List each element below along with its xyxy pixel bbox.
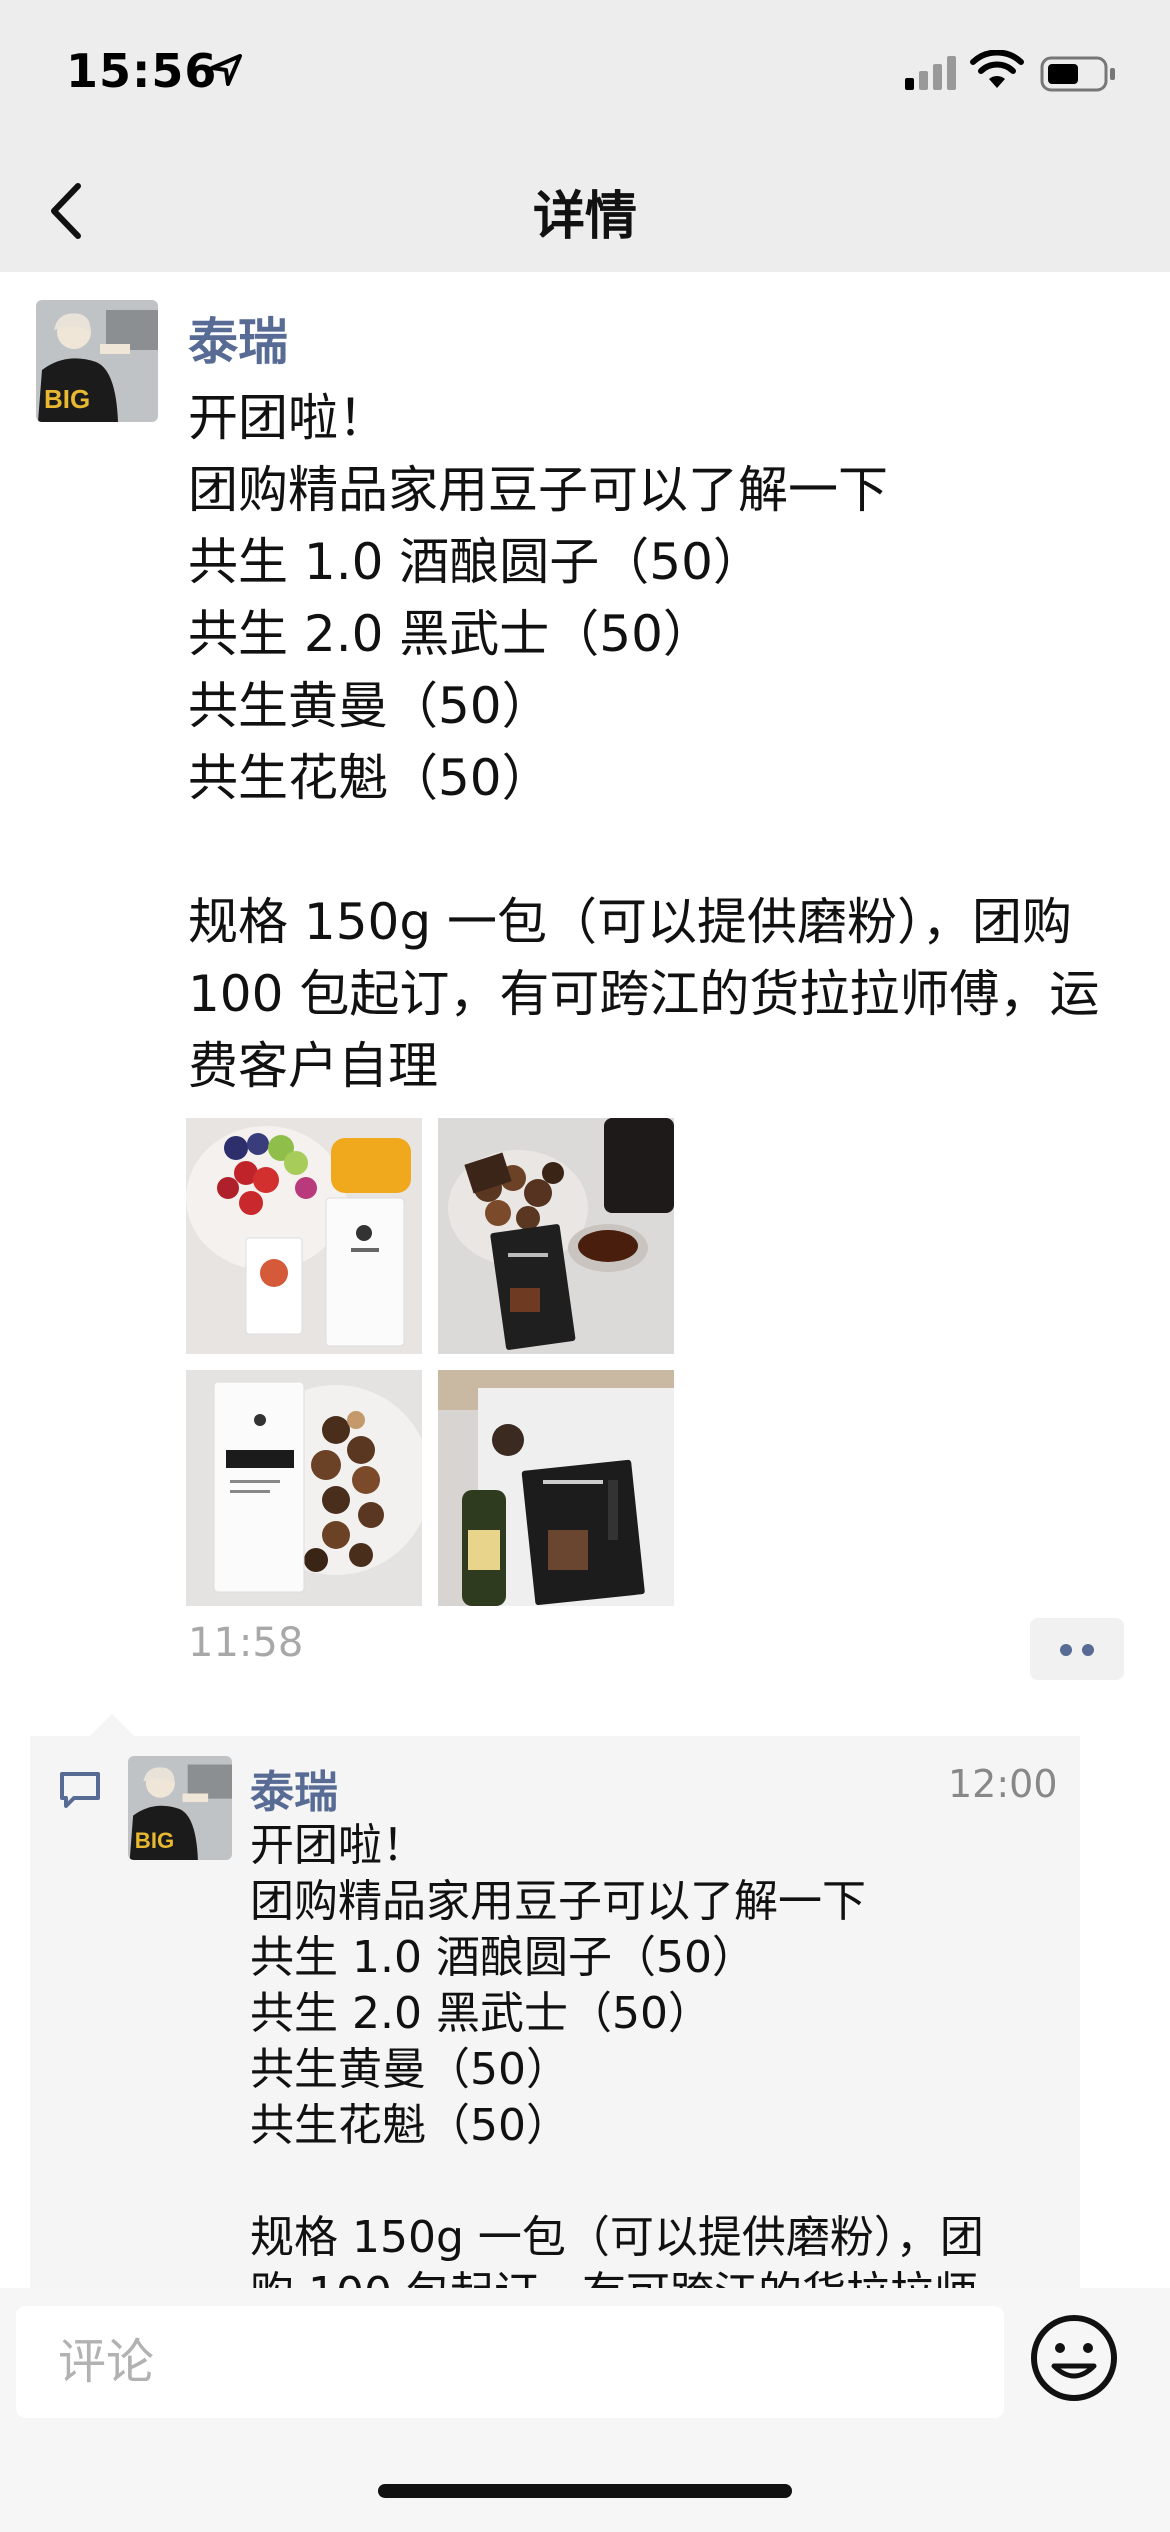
- emoji-icon[interactable]: [1026, 2310, 1122, 2406]
- page-title: 详情: [532, 187, 637, 247]
- cellular-signal-icon: [905, 56, 956, 90]
- avatar[interactable]: BIG: [36, 300, 158, 422]
- comment-avatar[interactable]: BIG: [128, 1756, 232, 1860]
- more-dots-icon: [1060, 1644, 1072, 1656]
- post-content: 开团啦！ 团购精品家用豆子可以了解一下 共生 1.0 酒酿圆子（50） 共生 2…: [188, 389, 1100, 1095]
- status-time: 15:56: [66, 44, 218, 98]
- comment-input-bar: [0, 2288, 1170, 2532]
- more-button[interactable]: [1030, 1618, 1124, 1680]
- post-photo[interactable]: [186, 1118, 422, 1354]
- wifi-icon: [970, 50, 1024, 88]
- comment-content[interactable]: 开团啦！ 团购精品家用豆子可以了解一下 共生 1.0 酒酿圆子（50） 共生 2…: [250, 1818, 1070, 2322]
- location-arrow-icon: [210, 54, 242, 86]
- post-photo[interactable]: [438, 1118, 674, 1354]
- post-photo[interactable]: [186, 1370, 422, 1606]
- post-photo[interactable]: [438, 1370, 674, 1606]
- comment-pointer: [90, 1714, 134, 1736]
- comment-input[interactable]: [56, 2326, 980, 2398]
- comment-bubble-icon: [60, 1772, 100, 1808]
- comment-timestamp: 12:00: [948, 1762, 1058, 1806]
- home-indicator: [378, 2484, 792, 2498]
- comment-input-container[interactable]: [16, 2306, 1004, 2418]
- post-timestamp: 11:58: [188, 1620, 304, 1666]
- svg-text:BIG: BIG: [135, 1828, 174, 1853]
- status-bar: 15:56: [0, 0, 1170, 150]
- more-dots-icon: [1082, 1644, 1094, 1656]
- post-author-name[interactable]: 泰瑞: [188, 302, 288, 374]
- nav-bar: 详情: [0, 150, 1170, 272]
- svg-text:BIG: BIG: [44, 384, 90, 414]
- comment-author-name[interactable]: 泰瑞: [250, 1756, 338, 1820]
- battery-icon: [1040, 56, 1115, 92]
